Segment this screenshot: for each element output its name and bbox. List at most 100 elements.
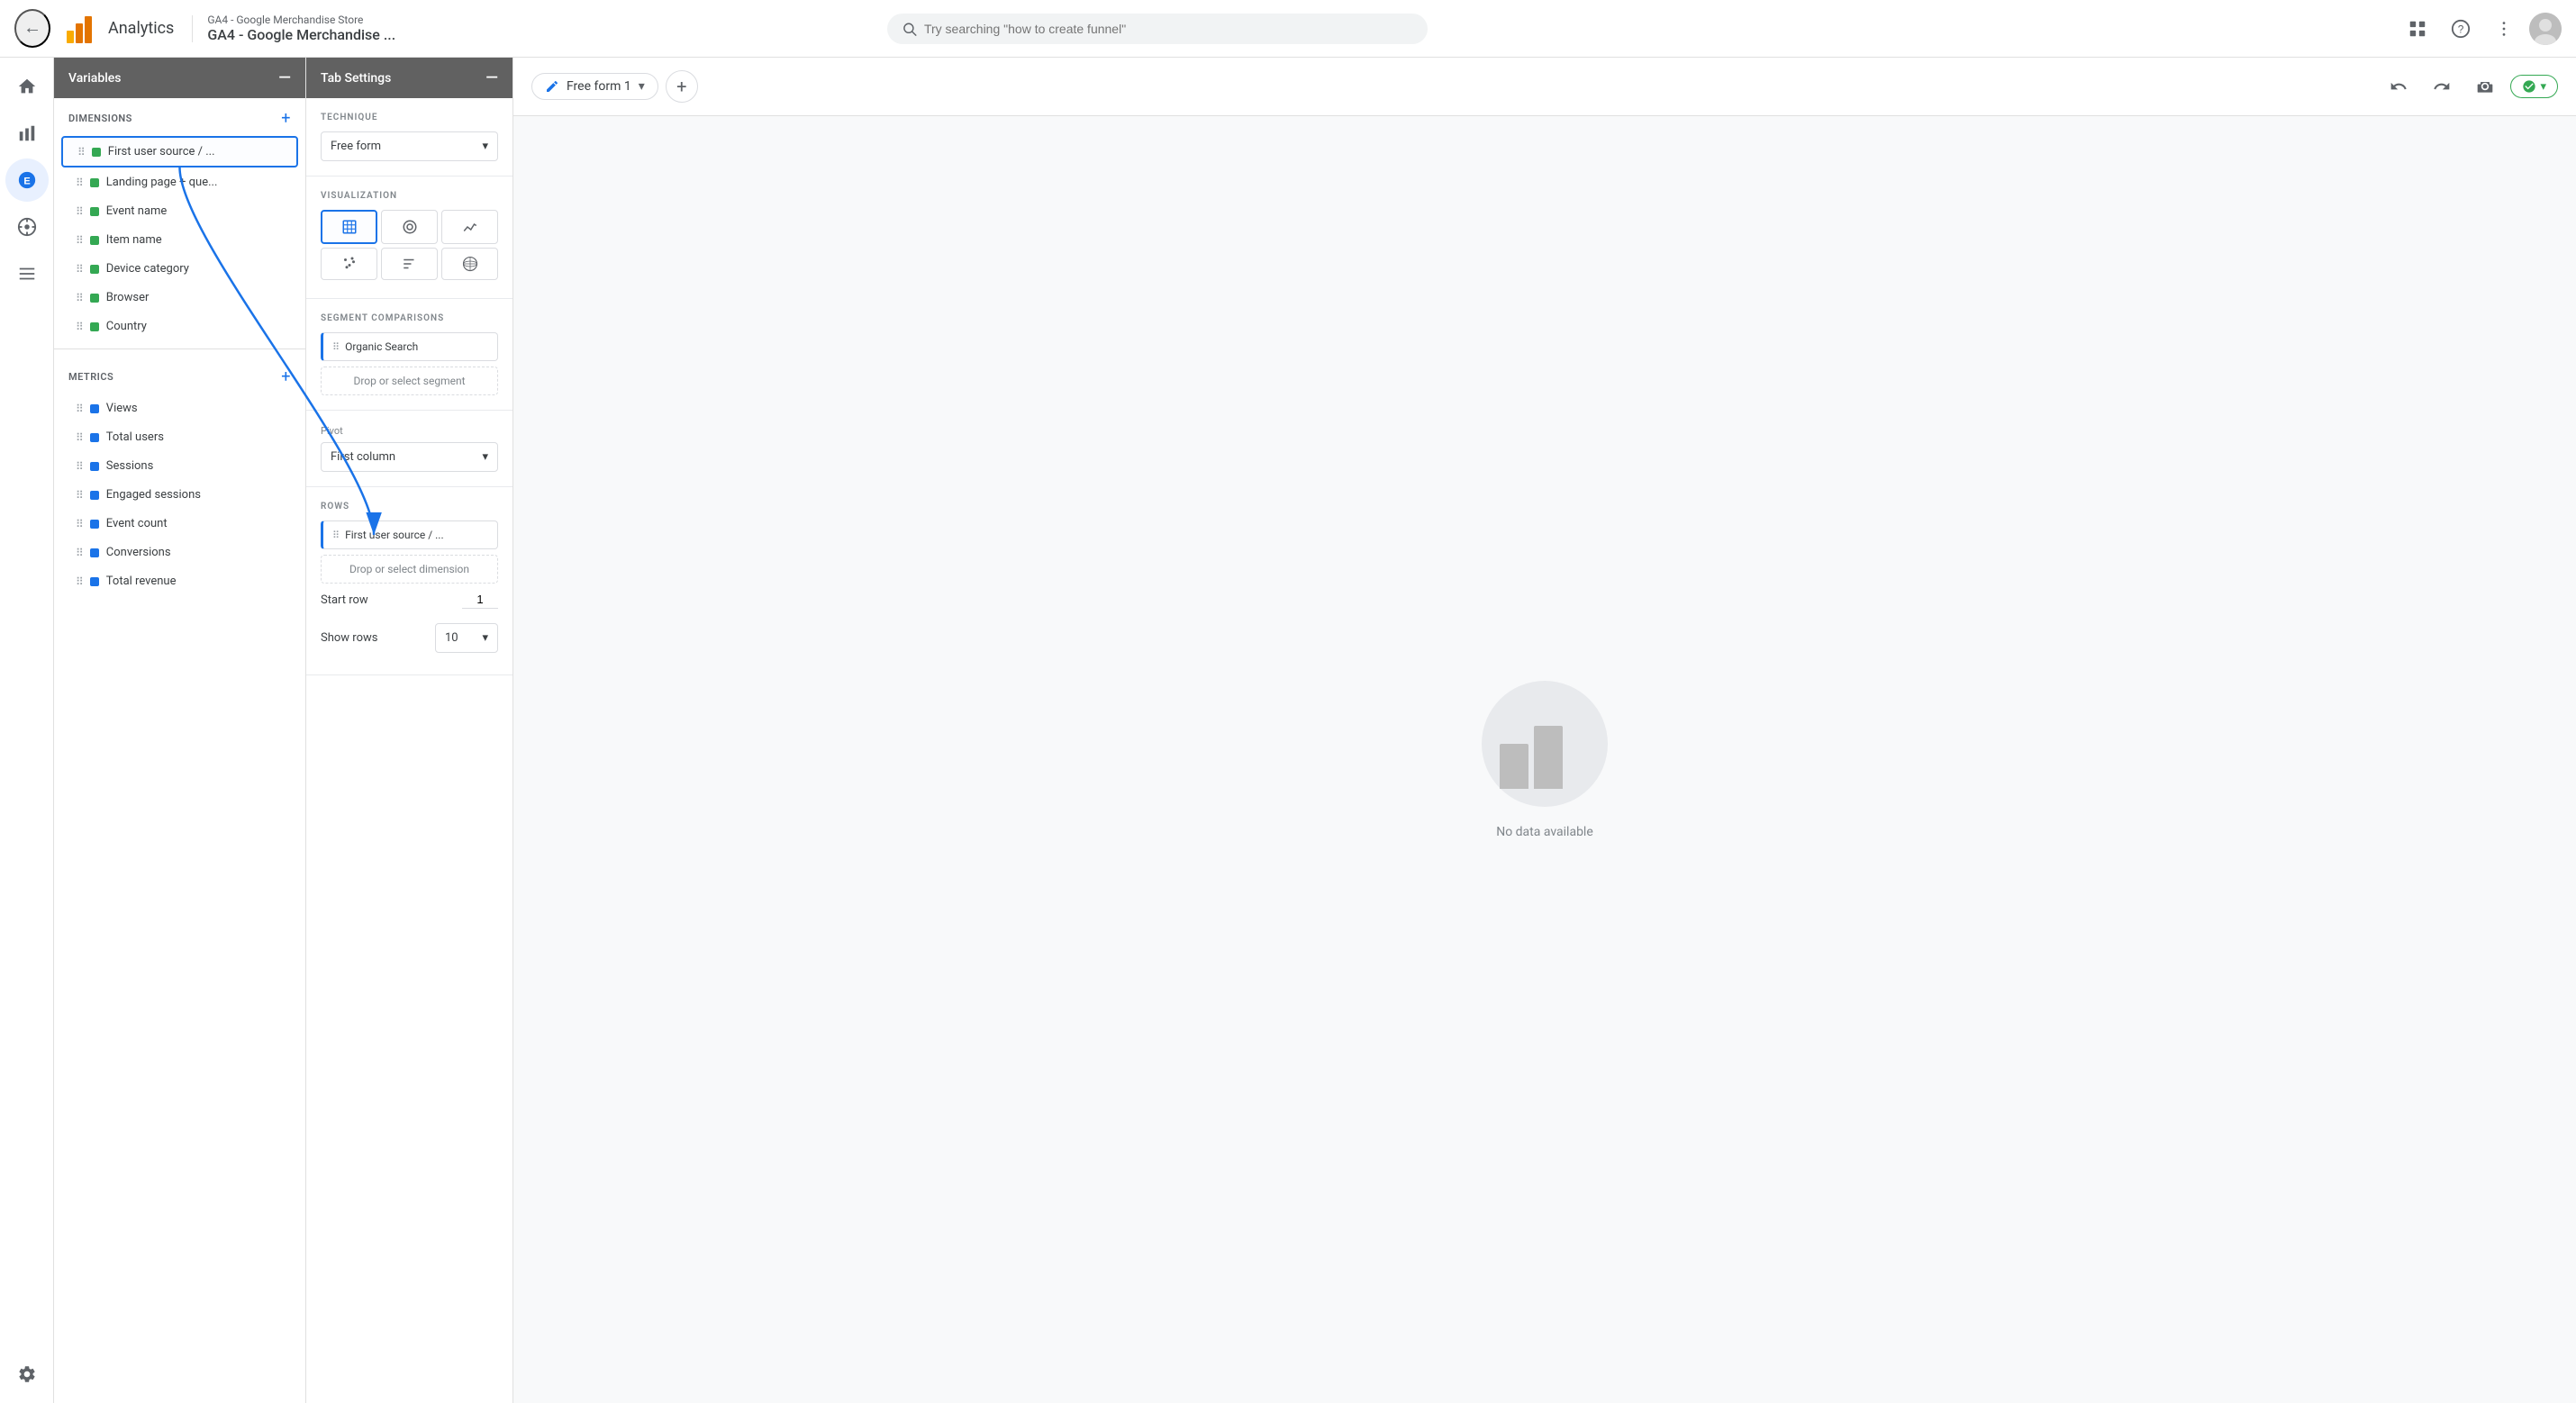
nav-advertising[interactable] — [5, 205, 49, 249]
illustration-bars — [1500, 726, 1563, 789]
nav-settings[interactable] — [5, 1353, 49, 1396]
dim-label: Device category — [106, 262, 189, 276]
metric-dot — [90, 433, 99, 442]
divider — [192, 15, 193, 42]
tab-settings-minimize-btn[interactable]: — — [485, 68, 498, 87]
property-name: GA4 - Google Merchandise Store — [207, 14, 395, 26]
tab-chip[interactable]: Free form 1 ▾ — [531, 73, 658, 100]
pivot-select[interactable]: First column ▾ — [321, 442, 498, 472]
dimension-item-country[interactable]: ⠿ Country — [61, 312, 298, 340]
avatar[interactable] — [2529, 13, 2562, 45]
drag-handle: ⠿ — [76, 263, 83, 276]
show-rows-select[interactable]: 10 ▾ — [435, 623, 498, 653]
drag-handle: ⠿ — [76, 292, 83, 304]
viz-btn-table[interactable] — [321, 210, 377, 244]
nav-explore[interactable]: E — [5, 158, 49, 202]
dim-dot — [90, 207, 99, 216]
dim-label: First user source / ... — [108, 145, 215, 158]
drag-handle: ⠿ — [76, 403, 83, 415]
metric-dot — [90, 462, 99, 471]
search-bar[interactable] — [887, 14, 1428, 44]
dimension-item-landing-page[interactable]: ⠿ Landing page + que... — [61, 168, 298, 196]
search-input[interactable] — [924, 22, 1413, 36]
logo — [61, 11, 97, 47]
help-button[interactable]: ? — [2443, 11, 2479, 47]
variables-minimize-btn[interactable]: — — [278, 68, 291, 87]
metric-item-conversions[interactable]: ⠿ Conversions — [61, 539, 298, 566]
variables-panel-header: Variables — — [54, 58, 305, 98]
viz-btn-bar[interactable] — [381, 248, 438, 280]
technique-label: TECHNIQUE — [321, 113, 498, 122]
dim-dot — [90, 294, 99, 303]
drag-handle: ⠿ — [76, 460, 83, 473]
toolbar-right: ▾ — [2381, 68, 2558, 104]
nav-home[interactable] — [5, 65, 49, 108]
svg-text:?: ? — [2458, 23, 2464, 35]
add-dimension-btn[interactable]: + — [281, 109, 291, 128]
start-row-row: Start row — [321, 584, 498, 616]
metric-label: Event count — [106, 517, 168, 530]
divider — [54, 348, 305, 349]
dim-label: Event name — [106, 204, 168, 218]
main-layout: E Var — [0, 58, 2576, 1403]
share-button[interactable] — [2467, 68, 2503, 104]
viz-btn-scatter[interactable] — [321, 248, 377, 280]
redo-button[interactable] — [2424, 68, 2460, 104]
metric-item-event-count[interactable]: ⠿ Event count — [61, 510, 298, 538]
dimension-item-browser[interactable]: ⠿ Browser — [61, 284, 298, 312]
viz-btn-line[interactable] — [441, 210, 498, 244]
metric-item-total-users[interactable]: ⠿ Total users — [61, 423, 298, 451]
back-button[interactable]: ← — [14, 9, 50, 48]
drop-dimension-zone[interactable]: Drop or select dimension — [321, 555, 498, 584]
segment-item[interactable]: ⠿ Organic Search — [321, 332, 498, 361]
tab-dropdown-icon[interactable]: ▾ — [639, 79, 645, 94]
main-content: Free form 1 ▾ + — [513, 58, 2576, 1403]
metrics-list: ⠿ Views ⠿ Total users ⠿ Sessions ⠿ Engag… — [54, 394, 305, 596]
nav-reports[interactable] — [5, 112, 49, 155]
add-metric-btn[interactable]: + — [281, 367, 291, 386]
nav-configure[interactable] — [5, 252, 49, 295]
grid-button[interactable] — [2399, 11, 2435, 47]
technique-select[interactable]: Free form ▾ — [321, 131, 498, 161]
dimension-item-event-name[interactable]: ⠿ Event name — [61, 197, 298, 225]
row-dimension-label: First user source / ... — [345, 529, 444, 541]
dim-label: Item name — [106, 233, 162, 247]
dimension-item-device-category[interactable]: ⠿ Device category — [61, 255, 298, 283]
add-tab-button[interactable]: + — [666, 70, 698, 103]
check-status[interactable]: ▾ — [2510, 75, 2558, 98]
left-nav: E — [0, 58, 54, 1403]
viz-btn-donut[interactable] — [381, 210, 438, 244]
row-dimension-item[interactable]: ⠿ First user source / ... — [321, 520, 498, 549]
drop-segment-zone[interactable]: Drop or select segment — [321, 367, 498, 395]
segment-item-label: Organic Search — [345, 340, 418, 353]
technique-section: TECHNIQUE Free form ▾ — [306, 98, 512, 177]
technique-value: Free form — [331, 140, 381, 153]
start-row-input[interactable] — [462, 591, 498, 609]
metric-dot — [90, 520, 99, 529]
search-icon — [902, 21, 917, 37]
undo-button[interactable] — [2381, 68, 2417, 104]
metric-item-engaged-sessions[interactable]: ⠿ Engaged sessions — [61, 481, 298, 509]
dimension-item-first-user-source[interactable]: ⠿ First user source / ... — [61, 136, 298, 167]
dim-label: Landing page + que... — [106, 176, 218, 189]
tab-edit-icon — [545, 79, 559, 94]
tab-settings-panel: Tab Settings — TECHNIQUE Free form ▾ VIS… — [306, 58, 513, 1403]
metric-label: Conversions — [106, 546, 171, 559]
metric-item-sessions[interactable]: ⠿ Sessions — [61, 452, 298, 480]
tab-label: Free form 1 — [567, 79, 631, 94]
content-toolbar: Free form 1 ▾ + — [513, 58, 2576, 116]
no-data-container: No data available — [1473, 681, 1617, 839]
dimension-item-item-name[interactable]: ⠿ Item name — [61, 226, 298, 254]
show-rows-value: 10 — [445, 631, 458, 645]
drag-handle: ⠿ — [77, 146, 85, 158]
drag-handle: ⠿ — [76, 489, 83, 502]
variables-panel: Variables — DIMENSIONS + ⠿ First user so… — [54, 58, 306, 1403]
viz-btn-map[interactable] — [441, 248, 498, 280]
more-button[interactable] — [2486, 11, 2522, 47]
drag-handle: ⠿ — [76, 321, 83, 333]
segment-drag-handle: ⠿ — [332, 341, 340, 353]
drag-handle: ⠿ — [76, 547, 83, 559]
no-data-text: No data available — [1496, 825, 1593, 839]
metric-item-views[interactable]: ⠿ Views — [61, 394, 298, 422]
metric-item-total-revenue[interactable]: ⠿ Total revenue — [61, 567, 298, 595]
